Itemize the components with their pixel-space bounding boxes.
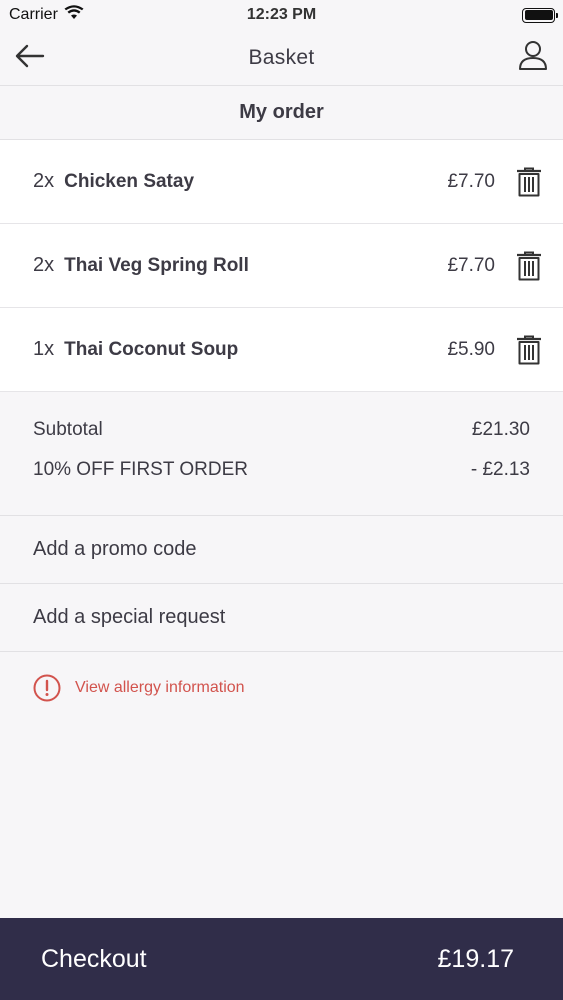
discount-value: - £2.13 <box>470 459 530 480</box>
special-request-label: Add a special request <box>33 606 226 628</box>
item-quantity: 2x <box>33 170 55 192</box>
delete-item-button[interactable] <box>515 250 543 282</box>
order-item[interactable]: 2x Thai Veg Spring Roll £7.70 <box>0 224 563 308</box>
item-price: £5.90 <box>447 338 495 360</box>
discount-row: 10% OFF FIRST ORDER - £2.13 <box>33 459 530 499</box>
user-icon <box>519 41 547 70</box>
trash-icon <box>517 167 541 196</box>
order-totals: Subtotal £21.30 10% OFF FIRST ORDER - £2… <box>0 393 563 516</box>
checkout-label: Checkout <box>41 944 147 973</box>
item-quantity: 2x <box>33 254 55 276</box>
discount-label: 10% OFF FIRST ORDER <box>33 459 249 480</box>
item-price: £7.70 <box>447 254 495 276</box>
promo-code-label: Add a promo code <box>33 538 197 560</box>
item-quantity: 1x <box>33 338 55 360</box>
section-header-my-order: My order <box>0 86 563 140</box>
allergy-info-label: View allergy information <box>75 679 245 696</box>
allergy-info-link[interactable]: View allergy information <box>33 674 245 702</box>
add-promo-code-button[interactable]: Add a promo code <box>0 516 563 584</box>
order-item[interactable]: 2x Chicken Satay £7.70 <box>0 140 563 224</box>
trash-icon <box>517 251 541 280</box>
status-time: 12:23 PM <box>246 6 317 23</box>
checkout-total: £19.17 <box>437 944 514 973</box>
checkout-button[interactable]: Checkout £19.17 <box>0 918 563 1000</box>
delete-item-button[interactable] <box>515 334 543 366</box>
nav-bar: Basket <box>0 30 563 86</box>
trash-icon <box>517 335 541 364</box>
page-title: Basket <box>248 45 315 69</box>
item-price: £7.70 <box>447 170 495 192</box>
add-special-request-button[interactable]: Add a special request <box>0 584 563 652</box>
subtotal-label: Subtotal <box>33 419 103 440</box>
delete-item-button[interactable] <box>515 166 543 198</box>
subtotal-value: £21.30 <box>471 419 530 440</box>
subtotal-row: Subtotal £21.30 <box>33 419 530 459</box>
profile-button[interactable] <box>517 38 549 72</box>
order-item[interactable]: 1x Thai Coconut Soup £5.90 <box>0 308 563 392</box>
alert-icon <box>33 674 61 702</box>
order-list: 2x Chicken Satay £7.70 2x Thai Veg Sprin… <box>0 140 563 392</box>
arrow-left-icon <box>15 44 45 68</box>
back-button[interactable] <box>14 40 46 72</box>
